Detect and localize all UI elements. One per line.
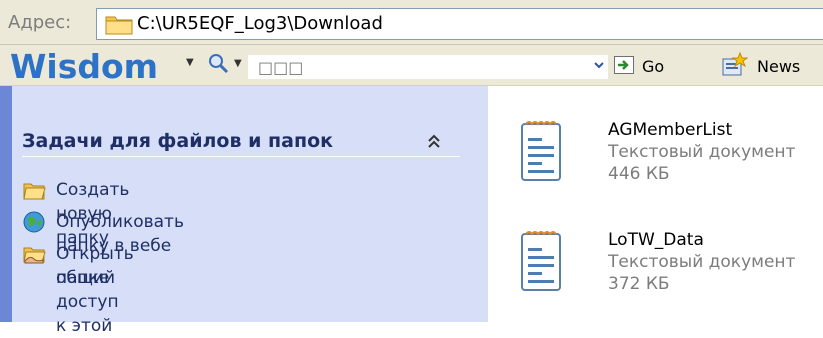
folder-icon: [105, 16, 133, 35]
address-bar: Адрес: C:\UR5EQF_Log3\Download: [0, 0, 823, 45]
file-size: 446 КБ: [608, 164, 670, 184]
go-arrow-icon[interactable]: [614, 56, 634, 74]
collapse-icon[interactable]: [422, 130, 446, 152]
search-input[interactable]: [248, 55, 608, 79]
file-name: LoTW_Data: [608, 230, 704, 250]
search-menu-caret-icon[interactable]: ▼: [234, 58, 242, 69]
address-path: C:\UR5EQF_Log3\Download: [137, 13, 383, 34]
task-pane: Задачи для файлов и папок Создать новую …: [0, 86, 488, 336]
new-folder-icon: [23, 183, 46, 200]
search-icon[interactable]: [207, 52, 229, 74]
toolbar: Wisdom ▼ ▼ Go News: [0, 45, 823, 86]
chevron-down-icon[interactable]: [592, 58, 606, 72]
address-label: Адрес:: [8, 12, 72, 33]
file-type: Текстовый документ: [608, 252, 796, 272]
file-item[interactable]: AGMemberList Текстовый документ 446 КБ: [510, 118, 820, 208]
news-button[interactable]: News: [757, 57, 800, 76]
brand-menu-caret-icon[interactable]: ▼: [186, 57, 194, 68]
task-label-continued: папке: [56, 268, 110, 288]
file-item[interactable]: LoTW_Data Текстовый документ 372 КБ: [510, 228, 820, 318]
file-tasks-panel: Задачи для файлов и папок Создать новую …: [12, 86, 488, 336]
file-name: AGMemberList: [608, 120, 733, 140]
go-button[interactable]: Go: [642, 57, 664, 76]
share-folder-icon: [23, 247, 46, 264]
panel-title[interactable]: Задачи для файлов и папок: [22, 130, 333, 152]
file-size: 372 КБ: [608, 274, 670, 294]
news-icon[interactable]: [720, 51, 748, 77]
task-label: Открыть общий доступ к этой: [56, 244, 134, 336]
text-document-icon: [521, 231, 561, 291]
address-field[interactable]: C:\UR5EQF_Log3\Download: [96, 8, 823, 40]
file-type: Текстовый документ: [608, 142, 796, 162]
divider: [22, 156, 460, 157]
brand-logo[interactable]: Wisdom: [10, 47, 158, 86]
text-document-icon: [521, 121, 561, 181]
publish-web-icon: [23, 211, 45, 233]
